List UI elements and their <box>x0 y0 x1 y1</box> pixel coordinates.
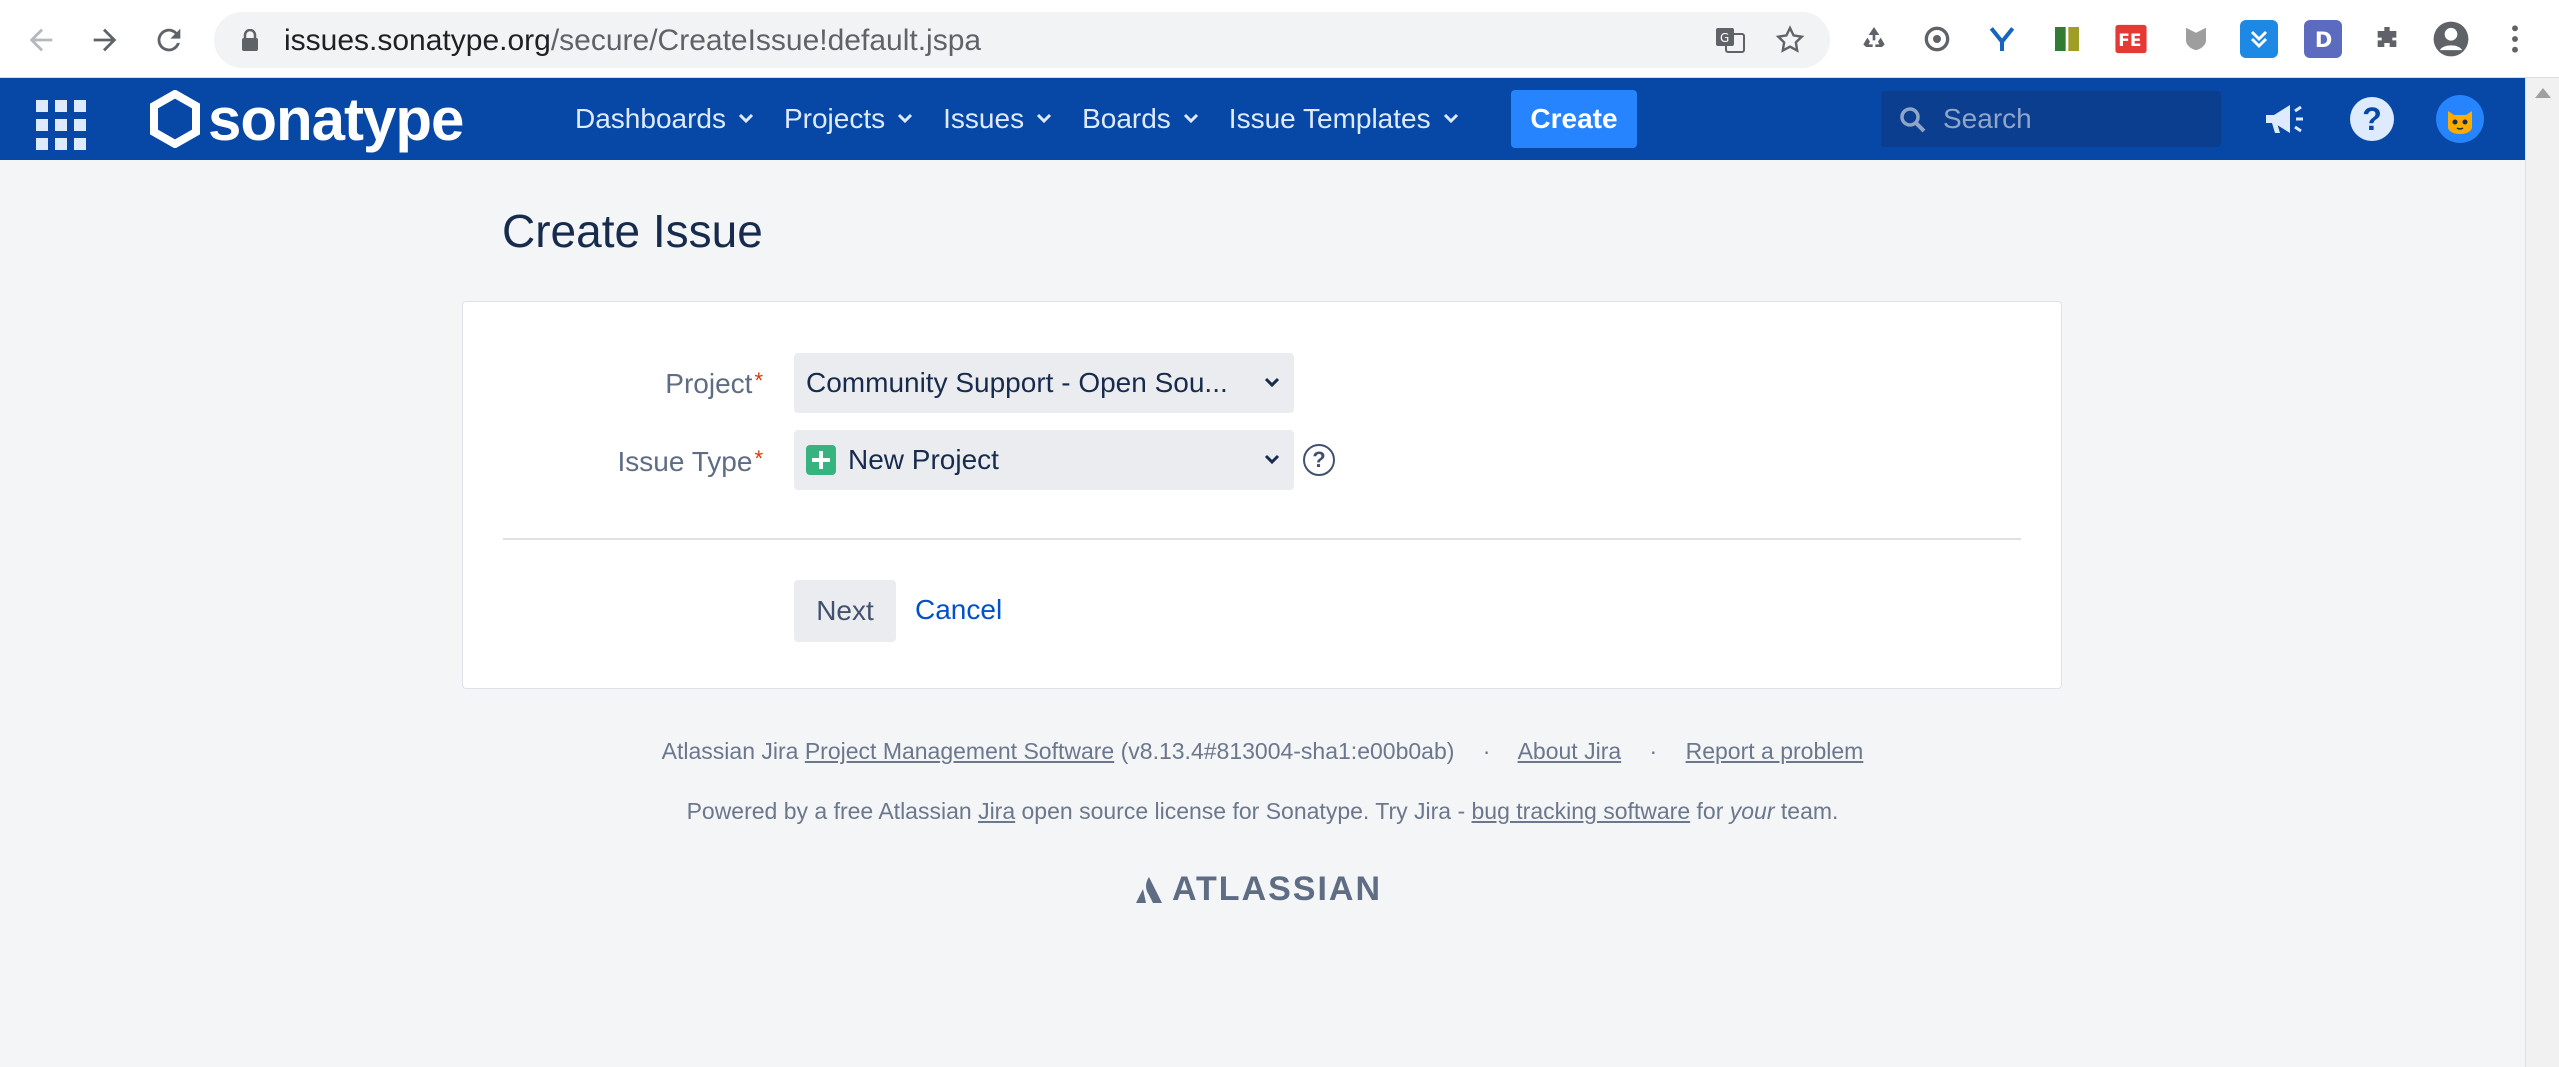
footer-text: for <box>1696 798 1724 824</box>
create-issue-form: Project* Community Support - Open Sou...… <box>462 301 2062 689</box>
footer-text: Powered by a free Atlassian <box>686 798 972 824</box>
footer-text: open source license for Sonatype. Try Ji… <box>1021 798 1466 824</box>
cancel-link[interactable]: Cancel <box>915 594 1002 626</box>
help-icon[interactable]: ? <box>2348 95 2396 143</box>
y-extension-icon[interactable] <box>1983 20 2021 58</box>
menu-label: Issue Templates <box>1228 103 1431 134</box>
menu-boards[interactable]: Boards <box>1067 78 1214 160</box>
hexagon-logo-icon <box>150 90 200 148</box>
project-select-value: Community Support - Open Sou... <box>806 367 1228 398</box>
fe-extension-icon[interactable]: FE <box>2112 20 2150 58</box>
browser-toolbar: issues.sonatype.org/secure/CreateIssue!d… <box>0 0 2559 78</box>
puzzle-extensions-icon[interactable] <box>2368 20 2406 58</box>
project-select[interactable]: Community Support - Open Sou... <box>794 353 1294 413</box>
project-label: Project* <box>665 368 763 399</box>
main-menu: Dashboards Projects Issues Boards Issue … <box>560 78 1474 160</box>
atlassian-logo[interactable]: ATLASSIAN <box>1134 870 1382 909</box>
project-management-link[interactable]: Project Management Software <box>805 738 1114 764</box>
forward-button[interactable] <box>84 19 126 61</box>
app-switcher-grid-icon[interactable] <box>28 92 86 150</box>
d-extension-icon[interactable]: D <box>2304 20 2342 58</box>
menu-issue-templates[interactable]: Issue Templates <box>1214 78 1474 160</box>
about-jira-link[interactable]: About Jira <box>1518 738 1622 764</box>
sync-extension-icon[interactable] <box>1918 20 1956 58</box>
menu-issues[interactable]: Issues <box>928 78 1067 160</box>
cat-avatar-icon <box>2448 111 2472 134</box>
reload-button[interactable] <box>148 19 190 61</box>
footer-version: (v8.13.4#813004-sha1:e00b0ab) <box>1120 738 1455 764</box>
menu-label: Issues <box>943 103 1025 134</box>
scroll-up-arrow-icon[interactable] <box>2535 88 2551 98</box>
arrow-left-icon <box>29 28 53 52</box>
footer-line-1: Atlassian Jira Project Management Softwa… <box>0 738 2525 765</box>
logo-text: sonatype <box>208 85 464 153</box>
announcement-megaphone-icon[interactable] <box>2260 95 2308 143</box>
reload-icon <box>157 28 181 52</box>
footer-text: team. <box>1780 798 1839 824</box>
footer-separator: · <box>1482 738 1491 764</box>
footer-line-2: Powered by a free Atlassian Jira open so… <box>0 798 2525 825</box>
form-divider <box>503 538 2021 540</box>
page-scrollbar[interactable] <box>2525 78 2559 1067</box>
report-problem-link[interactable]: Report a problem <box>1686 738 1864 764</box>
back-button[interactable] <box>20 19 62 61</box>
user-avatar[interactable] <box>2436 95 2484 143</box>
bug-tracking-link[interactable]: bug tracking software <box>1472 798 1691 824</box>
chevron-down-icon <box>1183 113 1198 124</box>
page-title: Create Issue <box>502 205 763 257</box>
chevron-down-icon <box>1264 454 1280 465</box>
download-extension-icon[interactable] <box>2240 20 2278 58</box>
menu-label: Boards <box>1082 103 1171 134</box>
app-header: sonatype Dashboards Projects Issues Boar… <box>0 78 2525 160</box>
sonatype-logo[interactable]: sonatype <box>148 86 464 153</box>
bookmark-star-icon[interactable] <box>1772 22 1808 58</box>
create-button[interactable]: Create <box>1511 90 1637 148</box>
search-box <box>1881 91 2221 147</box>
search-input[interactable] <box>1943 91 2213 147</box>
atlassian-mark-icon <box>1136 876 1162 903</box>
arrow-right-icon <box>93 28 117 52</box>
issue-type-label: Issue Type* <box>617 446 763 477</box>
required-marker: * <box>754 446 763 471</box>
url-text: issues.sonatype.org/secure/CreateIssue!d… <box>284 24 982 57</box>
atlassian-logo-text: ATLASSIAN <box>1172 870 1383 908</box>
footer-separator: · <box>1649 738 1658 764</box>
issue-type-select-value: New Project <box>848 444 999 475</box>
chevron-down-icon <box>1264 377 1280 388</box>
chevron-down-icon <box>898 113 913 124</box>
recycle-extension-icon[interactable] <box>1855 20 1893 58</box>
menu-dashboards[interactable]: Dashboards <box>560 78 769 160</box>
search-icon <box>1900 107 1926 133</box>
lock-icon <box>242 29 258 51</box>
svg-text:G: G <box>1720 31 1729 45</box>
chevron-down-icon <box>738 113 754 124</box>
menu-label: Projects <box>783 103 886 134</box>
chevron-down-icon <box>1443 113 1458 124</box>
shield-extension-icon[interactable] <box>2177 20 2215 58</box>
profile-icon[interactable] <box>2432 20 2470 58</box>
new-project-plus-icon <box>806 445 836 475</box>
translate-icon[interactable]: G <box>1712 22 1748 58</box>
menu-projects[interactable]: Projects <box>769 78 928 160</box>
required-marker: * <box>754 368 763 393</box>
notebook-extension-icon[interactable] <box>2048 20 2086 58</box>
jira-link[interactable]: Jira <box>978 798 1015 824</box>
next-button[interactable]: Next <box>794 580 896 642</box>
menu-label: Dashboards <box>575 103 726 134</box>
footer-text: Atlassian Jira <box>661 738 799 764</box>
footer-emphasis: your <box>1729 798 1775 824</box>
svg-text:D: D <box>2315 28 2332 52</box>
browser-menu-icon[interactable] <box>2496 20 2534 58</box>
chevron-down-icon <box>1037 113 1052 124</box>
address-bar[interactable]: issues.sonatype.org/secure/CreateIssue!d… <box>214 12 1830 68</box>
question-help-icon[interactable]: ? <box>1303 444 1335 476</box>
issue-type-select[interactable]: New Project <box>794 430 1294 490</box>
svg-text:FE: FE <box>2118 31 2141 51</box>
